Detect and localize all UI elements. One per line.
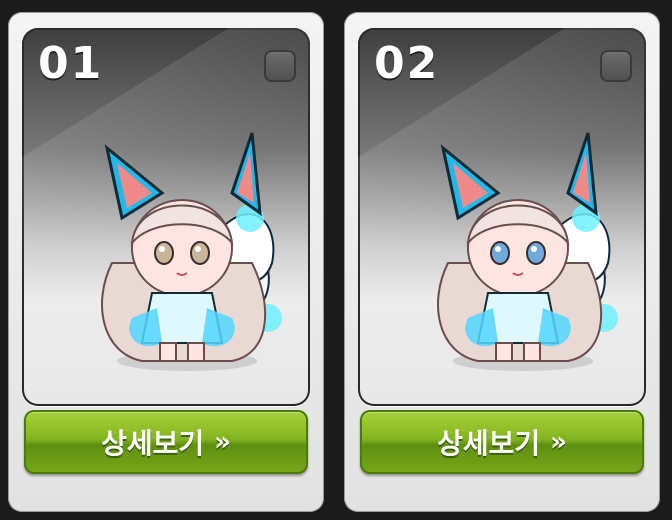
view-details-button[interactable]: 상세보기 » <box>360 410 644 474</box>
fox-character-avatar <box>101 132 282 371</box>
select-checkbox-icon[interactable] <box>600 50 632 82</box>
view-details-button[interactable]: 상세보기 » <box>24 410 308 474</box>
character-frame: 01 <box>22 28 310 406</box>
fox-character-avatar <box>437 132 618 371</box>
character-card-1: 01 상세보기 » <box>8 12 324 512</box>
character-card-2: 02 상세보기 » <box>344 12 660 512</box>
card-number: 02 <box>374 38 440 89</box>
select-checkbox-icon[interactable] <box>264 50 296 82</box>
view-details-label: 상세보기 <box>437 427 541 460</box>
card-number: 01 <box>38 38 104 89</box>
double-chevron-right-icon: » <box>550 427 567 457</box>
view-details-label: 상세보기 <box>101 427 205 460</box>
double-chevron-right-icon: » <box>214 427 231 457</box>
character-frame: 02 <box>358 28 646 406</box>
